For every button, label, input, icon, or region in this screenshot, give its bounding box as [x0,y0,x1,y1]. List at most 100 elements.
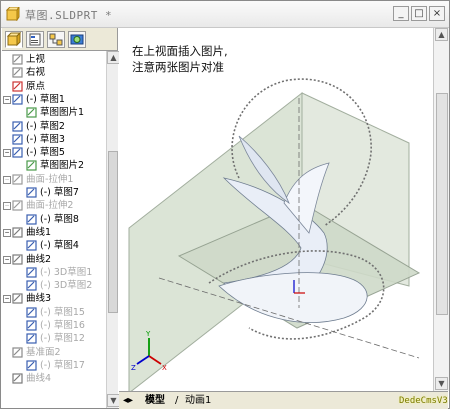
tree-item[interactable]: − 曲线2 [2,253,106,266]
expand-toggle-icon[interactable]: − [3,175,11,184]
surface-extrude-icon [12,174,23,185]
curve-icon [12,253,23,265]
window-title: 草图.SLDPRT * [25,9,113,22]
annotation-line-1: 在上视面插入图片, [132,44,228,58]
tree-item-label: (-) 草图2 [26,120,65,132]
tree-item-label: (-) 草图15 [40,306,85,318]
tree-item[interactable]: (-) 草图15 [2,306,106,319]
viewport-scroll-down[interactable]: ▼ [435,377,448,390]
manager-tabs [2,28,117,51]
graphics-viewport[interactable]: Y X Z [119,28,432,395]
tab-animation[interactable]: 动画1 [185,394,211,407]
sketch-icon [26,213,37,225]
expand-toggle-icon[interactable]: − [3,255,11,264]
sketch-picture-icon [26,107,37,118]
tree-item[interactable]: − (-) 草图1 [2,93,106,106]
feature-manager-panel: 上视 右视 原点 − (-) 草图1 草图图片1 (-) 草图2 (-) 草图3 − (-) 草图… [2,28,120,408]
tree-item[interactable]: 草图图片1 [2,106,106,119]
curve-icon [12,227,23,238]
tree-item-label: (-) 草图7 [40,187,79,198]
sketch-icon [26,240,37,251]
watermark-text: DedeCmsV3 [399,396,448,406]
tree-item[interactable]: (-) 草图3 [2,133,106,146]
surface-body-lower [218,272,368,323]
tree-item-label: (-) 草图17 [40,359,85,371]
tree-item-label: (-) 草图16 [40,320,85,331]
viewport-scroll-thumb[interactable] [436,93,448,315]
tree-item[interactable]: (-) 3D草图1 [2,266,106,279]
plane-icon [12,54,23,65]
tree-item[interactable]: (-) 草图4 [2,239,106,252]
tree-item[interactable]: (-) 3D草图2 [2,279,106,292]
expand-toggle-icon[interactable]: − [3,228,11,237]
tree-item-label: (-) 草图12 [40,333,85,345]
expand-toggle-icon[interactable]: − [3,295,11,304]
sketch-3d-icon [26,280,37,291]
tree-scroll-thumb[interactable] [108,151,118,313]
sketch-icon [26,320,37,331]
tree-item[interactable]: (-) 草图8 [2,213,106,226]
triad-x-label: X [162,364,167,372]
tab-nav-arrows[interactable]: ◂▸ [123,394,133,407]
tab-dim-xpert-manager[interactable] [68,31,86,48]
surface-extrude-icon [12,200,23,211]
tree-item-label: (-) 草图8 [40,213,79,225]
tree-scrollbar[interactable]: ▲ ▼ [106,51,120,408]
sketch-icon [26,307,37,318]
tree-item[interactable]: (-) 草图2 [2,120,106,133]
tree-item[interactable]: (-) 草图12 [2,332,106,345]
viewport-scroll-up[interactable]: ▲ [435,28,448,41]
tree-item-label: 草图图片2 [40,160,85,172]
sketch-icon [12,94,23,105]
tree-item[interactable]: − 曲面-拉伸2 [2,199,106,212]
tab-configuration-manager[interactable] [47,31,65,48]
tree-item[interactable]: (-) 草图7 [2,186,106,199]
tree-item-label: (-) 草图4 [40,240,79,252]
minimize-button[interactable]: _ [393,6,409,21]
expand-toggle-icon[interactable]: − [3,202,11,211]
expand-toggle-icon[interactable]: − [3,95,11,104]
sketch-icon [12,147,23,158]
configuration-manager-icon [49,33,63,46]
property-manager-icon [29,33,41,46]
plane-icon [12,346,23,358]
tree-item-label: 曲线1 [26,226,52,238]
origin-icon [12,80,23,92]
sketch-icon [26,360,37,371]
tree-item[interactable]: − (-) 草图5 [2,146,106,159]
tree-item[interactable]: 上视 [2,53,106,66]
model-canvas[interactable]: Y X Z [119,28,432,395]
tree-item[interactable]: 草图图片2 [2,159,106,172]
triad-z-label: Z [131,364,136,372]
tree-item[interactable]: − 曲线1 [2,226,106,239]
tab-feature-manager[interactable] [5,31,23,48]
plane-icon [12,67,23,78]
tree-item[interactable]: (-) 草图16 [2,319,106,332]
tree-item[interactable]: 原点 [2,80,106,93]
tree-item[interactable]: − 曲线3 [2,292,106,305]
solidworks-part-icon [6,7,20,21]
tree-item-label: 曲面-拉伸1 [26,173,74,185]
tree-item-label: (-) 3D草图1 [40,266,93,278]
curve-icon [12,373,23,384]
tree-item-label: (-) 草图5 [26,147,65,159]
expand-toggle-icon[interactable]: − [3,149,11,158]
viewport-scrollbar[interactable]: ▲ ▼ [433,28,449,391]
tree-item[interactable]: 基准面2 [2,346,106,359]
title-bar[interactable]: 草图.SLDPRT * _ □ × [1,1,449,28]
feature-tree: 上视 右视 原点 − (-) 草图1 草图图片1 (-) 草图2 (-) 草图3 − (-) 草图… [2,51,106,408]
tree-item-label: 曲面-拉伸2 [26,200,74,212]
triad-y-label: Y [145,330,151,338]
tree-item[interactable]: 曲线4 [2,372,106,385]
tree-item-label: 上视 [26,54,46,65]
dim-xpert-icon [70,34,84,45]
maximize-button[interactable]: □ [411,6,427,21]
sketch-icon [26,333,37,344]
tree-item[interactable]: − 曲面-拉伸1 [2,173,106,186]
close-button[interactable]: × [429,6,445,21]
tree-item-label: (-) 3D草图2 [40,280,93,292]
tree-item[interactable]: 右视 [2,66,106,79]
tab-property-manager[interactable] [26,31,44,48]
tree-item[interactable]: (-) 草图17 [2,359,106,372]
tab-model[interactable]: 模型 [145,394,165,407]
